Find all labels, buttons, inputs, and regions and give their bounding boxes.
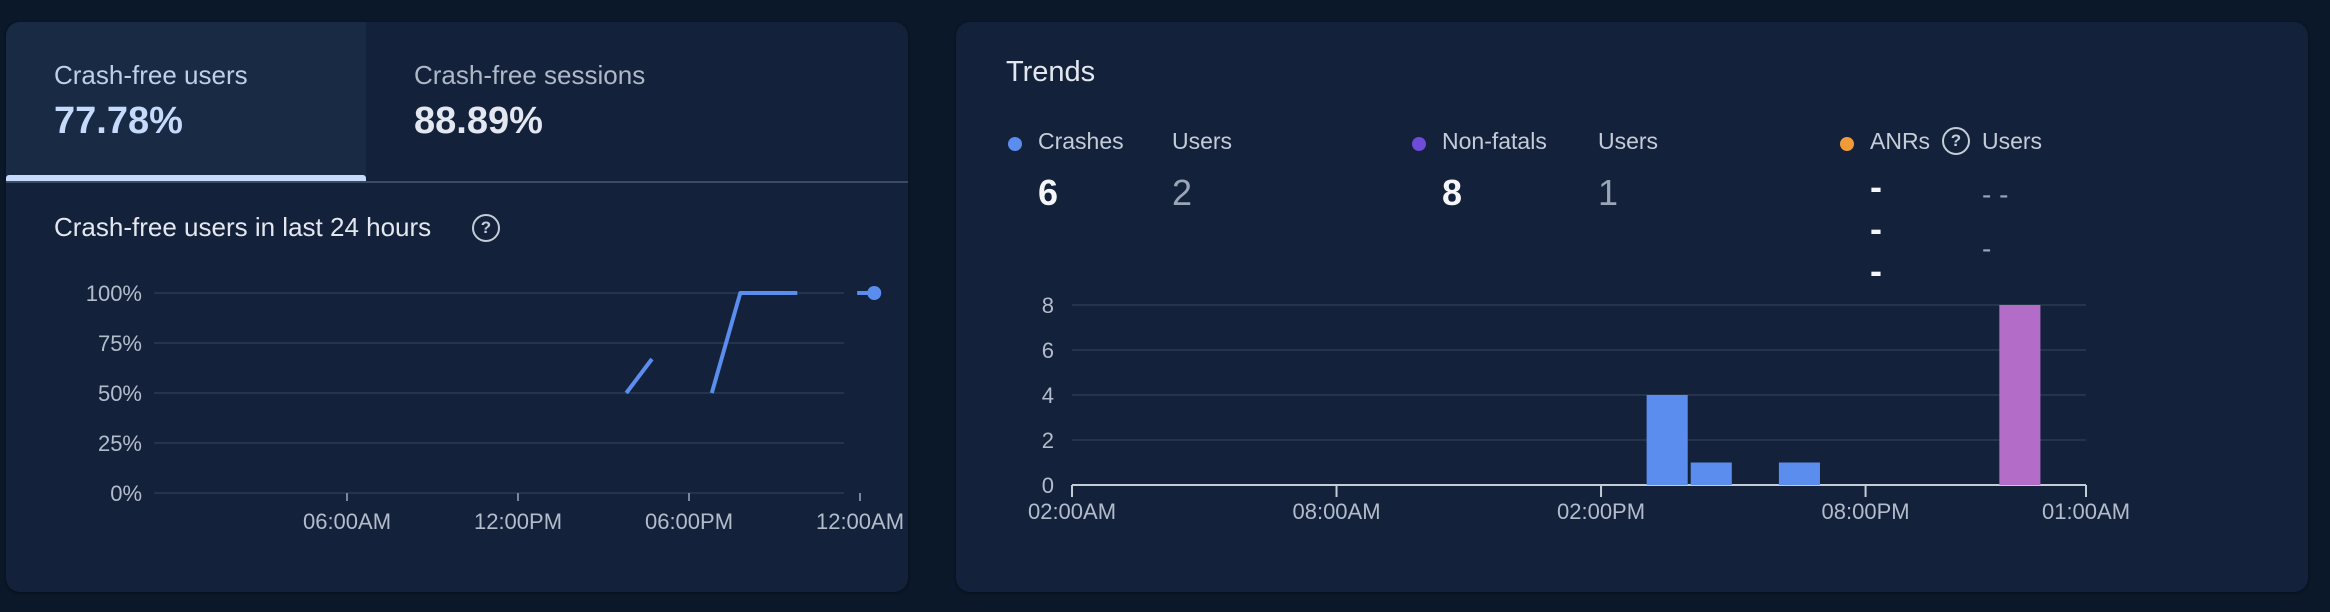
x-tick-label: 08:00PM <box>1822 499 1910 524</box>
crash-free-users-line-chart: 100% 75% 50% 25% 0% 06:00AM 12:00PM 06:00PM 12:0… <box>86 281 904 534</box>
x-tick-label: 12:00PM <box>474 509 562 534</box>
x-tick-label: 12:00AM <box>816 509 904 534</box>
line-segment <box>624 357 654 395</box>
y-tick-label: 0 <box>1042 473 1054 498</box>
y-tick-label: 25% <box>98 431 142 456</box>
y-tick-label: 75% <box>98 331 142 356</box>
y-tick-label: 50% <box>98 381 142 406</box>
y-tick-label: 4 <box>1042 383 1054 408</box>
y-tick-label: 2 <box>1042 428 1054 453</box>
trends-card: Trends Crashes 6 Users 2 Non-fatals 8 Us… <box>956 22 2308 592</box>
bar <box>1999 305 2041 485</box>
bar <box>1646 395 1688 485</box>
trends-bar-chart: 8 6 4 2 002:00AM 08:00AM 02:00PM 08:00PM 01:00AM <box>1028 293 2130 524</box>
y-tick-label: 6 <box>1042 338 1054 363</box>
bar <box>1778 462 1820 485</box>
y-tick-label: 0% <box>110 481 142 506</box>
x-tick-label: 08:00AM <box>1292 499 1380 524</box>
y-tick-label: 100% <box>86 281 142 306</box>
crash-free-card: Crash-free users 77.78% Crash-free sessi… <box>6 22 908 592</box>
x-tick-label: 02:00PM <box>1557 499 1645 524</box>
bar <box>1690 462 1732 485</box>
x-tick-label: 02:00AM <box>1028 499 1116 524</box>
last-point-marker <box>867 286 882 300</box>
x-tick-label: 06:00PM <box>645 509 733 534</box>
x-tick-label: 01:00AM <box>2042 499 2130 524</box>
y-tick-label: 8 <box>1042 293 1054 318</box>
x-tick-label: 06:00AM <box>303 509 391 534</box>
